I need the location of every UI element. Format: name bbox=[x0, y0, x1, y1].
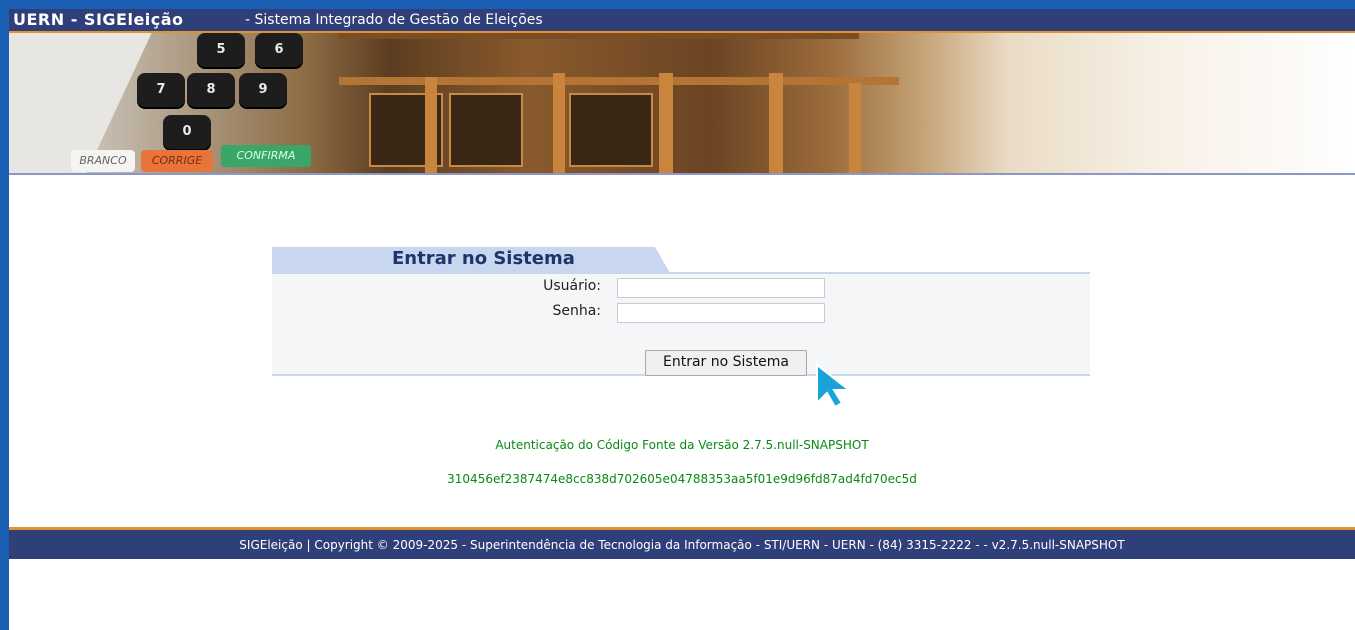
urn-key: 5 bbox=[197, 33, 245, 67]
version-authentication: Autenticação do Código Fonte da Versão 2… bbox=[495, 438, 869, 452]
footer-text: SIGEleição | Copyright © 2009-2025 - Sup… bbox=[239, 538, 1125, 552]
login-title: Entrar no Sistema bbox=[392, 248, 575, 269]
building-post bbox=[553, 73, 565, 173]
building-beam bbox=[339, 33, 859, 39]
page: UERN - SIGEleição - Sistema Integrado de… bbox=[9, 9, 1355, 630]
urn-button-branco: BRANCO bbox=[71, 150, 135, 172]
building-window bbox=[569, 93, 653, 167]
top-bar: UERN - SIGEleição - Sistema Integrado de… bbox=[9, 9, 1355, 33]
password-label: Senha: bbox=[552, 303, 601, 319]
app-subtitle: - Sistema Integrado de Gestão de Eleiçõe… bbox=[245, 12, 543, 28]
banner-divider bbox=[9, 173, 1355, 175]
urn-key: 9 bbox=[239, 73, 287, 107]
login-form: Usuário: Senha: Entrar no Sistema bbox=[272, 272, 1090, 376]
building-window bbox=[449, 93, 523, 167]
urn-key: 7 bbox=[137, 73, 185, 107]
app-name: UERN - SIGEleição bbox=[13, 10, 184, 29]
building-post bbox=[425, 77, 437, 173]
login-button[interactable]: Entrar no Sistema bbox=[645, 350, 807, 376]
urn-button-confirma: CONFIRMA bbox=[221, 145, 311, 167]
building-post bbox=[849, 83, 861, 173]
building-post bbox=[769, 73, 783, 173]
header-banner: 5 6 7 8 9 0 BRANCO CORRIGE CONFIRMA bbox=[9, 33, 1355, 173]
urn-key: 0 bbox=[163, 115, 211, 149]
mouse-cursor-icon bbox=[816, 363, 852, 409]
urn-button-corrige: CORRIGE bbox=[141, 150, 213, 172]
urn-key: 8 bbox=[187, 73, 235, 107]
building-post bbox=[659, 73, 673, 173]
source-hash: 310456ef2387474e8cc838d702605e04788353aa… bbox=[447, 472, 917, 486]
username-label: Usuário: bbox=[543, 278, 601, 294]
window-frame-top bbox=[0, 0, 1355, 9]
password-input[interactable] bbox=[617, 303, 825, 323]
building-beam bbox=[339, 77, 899, 85]
footer-bar: SIGEleição | Copyright © 2009-2025 - Sup… bbox=[9, 530, 1355, 559]
window-frame-left bbox=[0, 0, 9, 630]
urn-key: 6 bbox=[255, 33, 303, 67]
username-input[interactable] bbox=[617, 278, 825, 298]
